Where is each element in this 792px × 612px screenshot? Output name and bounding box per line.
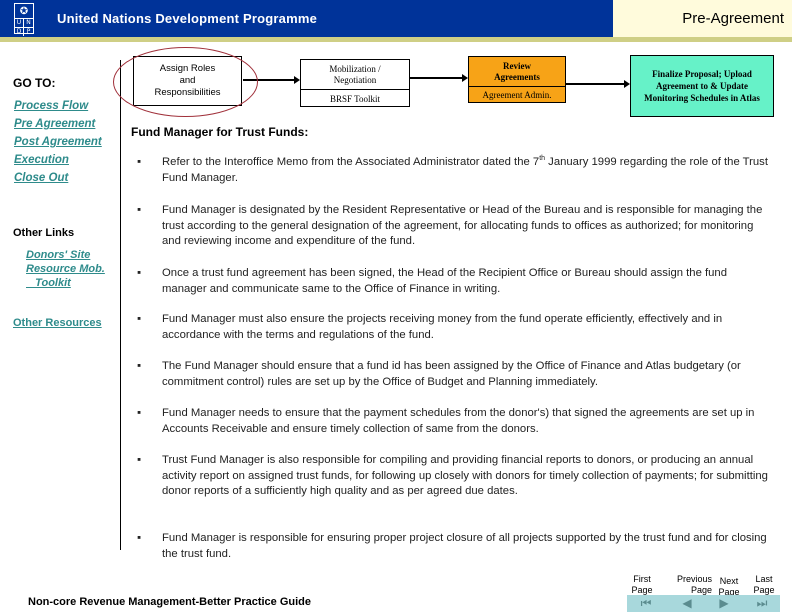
- last-page-icon[interactable]: ⏭: [752, 597, 772, 610]
- pager-label-line: Previous: [676, 574, 712, 584]
- step-title: Finalize Proposal; Upload Agreement to &…: [644, 69, 760, 103]
- logo-letter: U: [15, 18, 24, 27]
- other-links-heading: Other Links: [13, 227, 75, 239]
- step-title-line: Agreements: [494, 71, 540, 82]
- logo-letter: D: [15, 27, 24, 36]
- org-name: United Nations Development Programme: [57, 11, 318, 26]
- step-finalize-proposal[interactable]: Finalize Proposal; Upload Agreement to &…: [630, 55, 774, 117]
- link-resource-mob[interactable]: Resource Mob.: [26, 262, 105, 276]
- bullet-icon: ▪: [137, 204, 142, 216]
- step-assign-roles[interactable]: Assign Roles and Responsibilities: [133, 56, 242, 106]
- bullet-item: ▪ Fund Manager must also ensure the proj…: [131, 312, 771, 343]
- bullet-text: Fund Manager is responsible for ensuring…: [162, 532, 767, 560]
- step-title-line: Negotiation: [333, 74, 377, 85]
- nav-link-post-agreement[interactable]: Post Agreement: [14, 136, 102, 148]
- step-mobilization[interactable]: Mobilization / Negotiation BRSF Toolkit: [300, 59, 410, 107]
- flow-arrow: [566, 80, 630, 88]
- footer-title: Non-core Revenue Management-Better Pract…: [28, 596, 312, 608]
- step-sub-agreement-admin[interactable]: Agreement Admin.: [469, 87, 565, 103]
- bullet-icon: ▪: [137, 532, 142, 544]
- bullet-text: Trust Fund Manager is also responsible f…: [162, 454, 768, 497]
- bullet-icon: ▪: [137, 267, 142, 279]
- previous-page-icon[interactable]: ◀: [677, 597, 697, 610]
- link-toolkit[interactable]: Toolkit: [26, 276, 71, 290]
- bullet-icon: ▪: [137, 156, 142, 168]
- nav-link-close-out[interactable]: Close Out: [14, 172, 68, 184]
- bullet-item: ▪ Fund Manager is responsible for ensuri…: [131, 531, 771, 562]
- step-title-line: Responsibilities: [154, 87, 221, 98]
- logo-letter: P: [24, 27, 33, 36]
- last-page-label[interactable]: Last Page: [750, 574, 778, 596]
- bullet-text: Fund Manager needs to ensure that the pa…: [162, 407, 755, 435]
- first-page-icon[interactable]: ⏮: [636, 597, 656, 610]
- content-title: Fund Manager for Trust Funds:: [131, 125, 309, 139]
- sidebar-divider: [120, 60, 121, 550]
- header-divider: [0, 37, 792, 42]
- pager-label-line: First: [633, 574, 651, 584]
- bullet-item: ▪ Fund Manager is designated by the Resi…: [131, 203, 771, 250]
- section-title-box: Pre-Agreement: [613, 0, 792, 37]
- section-title: Pre-Agreement: [682, 10, 784, 27]
- bullet-icon: ▪: [137, 360, 142, 372]
- bullet-item: ▪ Refer to the Interoffice Memo from the…: [131, 155, 771, 186]
- step-review-agreements[interactable]: Review Agreements Agreement Admin.: [468, 56, 566, 103]
- next-page-icon[interactable]: ▶: [714, 597, 734, 610]
- bullet-text: Fund Manager must also ensure the projec…: [162, 313, 723, 341]
- step-title-line: Assign Roles: [159, 63, 216, 74]
- nav-link-pre-agreement[interactable]: Pre Agreement: [14, 118, 95, 130]
- step-title-line: Review: [502, 60, 531, 71]
- bullet-text: The Fund Manager should ensure that a fu…: [162, 360, 741, 388]
- step-title-line: Mobilization /: [329, 63, 381, 74]
- bullet-text: Refer to the Interoffice Memo from the A…: [162, 155, 771, 186]
- pager-label-line: Next: [719, 576, 739, 586]
- bullet-icon: ▪: [137, 313, 142, 325]
- flow-arrow: [410, 74, 468, 82]
- goto-heading: GO TO:: [13, 76, 56, 90]
- undp-logo: ✪ U N D P: [14, 3, 34, 36]
- bullet-item: ▪ Once a trust fund agreement has been s…: [131, 266, 771, 297]
- bullet-item: ▪ The Fund Manager should ensure that a …: [131, 359, 771, 390]
- un-globe-icon: ✪: [19, 6, 29, 17]
- step-sub-brsf-toolkit[interactable]: BRSF Toolkit: [301, 90, 409, 107]
- previous-page-label[interactable]: Previous Page: [668, 574, 712, 596]
- first-page-label[interactable]: First Page: [628, 574, 656, 596]
- step-title-line: and: [179, 75, 196, 86]
- bullet-item: ▪ Trust Fund Manager is also responsible…: [131, 453, 771, 500]
- flow-arrow: [243, 76, 300, 84]
- nav-link-execution[interactable]: Execution: [14, 154, 69, 166]
- bullet-item: ▪ Fund Manager needs to ensure that the …: [131, 406, 771, 437]
- pager-label-line: Last: [755, 574, 773, 584]
- header-banner: ✪ U N D P United Nations Development Pro…: [0, 0, 792, 37]
- nav-link-process-flow[interactable]: Process Flow: [14, 100, 88, 112]
- bullet-text: Once a trust fund agreement has been sig…: [162, 267, 727, 295]
- logo-letters: U N D P: [15, 18, 33, 36]
- bullet-text: Fund Manager is designated by the Reside…: [162, 204, 763, 247]
- bullet-icon: ▪: [137, 407, 142, 419]
- logo-letter: N: [24, 18, 33, 27]
- bullet-icon: ▪: [137, 454, 142, 466]
- link-other-resources[interactable]: Other Resources: [13, 317, 102, 329]
- link-donors-site[interactable]: Donors' Site: [26, 248, 90, 262]
- bullet-text-part: Refer to the Interoffice Memo from the A…: [162, 156, 540, 168]
